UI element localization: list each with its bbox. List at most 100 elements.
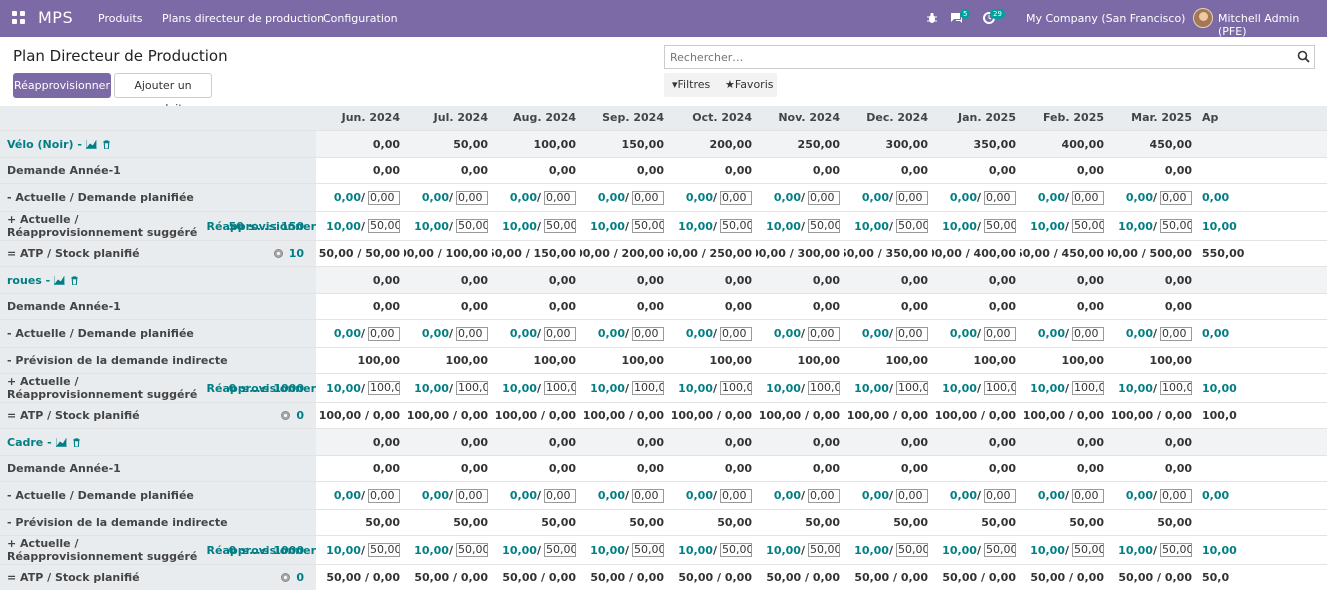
forecast-input[interactable]: 0,00 — [720, 488, 752, 503]
replenish-input[interactable]: 100,0 — [1160, 381, 1192, 395]
add-product-button[interactable]: Ajouter un produit — [114, 73, 212, 115]
product-name[interactable]: Cadre - — [7, 436, 52, 449]
apps-menu-icon[interactable] — [12, 11, 25, 24]
forecast-input[interactable]: 0,00 — [984, 488, 1016, 503]
table-cell: 0,00 — [900, 435, 928, 449]
forecast-input[interactable]: 0,00 — [1160, 488, 1192, 503]
replenish-input[interactable]: 100,0 — [456, 381, 488, 395]
replenish-bounds[interactable]: 0 ≤…≤ 1000 — [229, 536, 304, 564]
forecast-input[interactable]: 0,00 — [984, 326, 1016, 341]
forecast-input[interactable]: 0,00 — [1072, 326, 1104, 341]
replenish-input[interactable]: 50,00 — [984, 219, 1016, 233]
replenish-input[interactable]: 100,0 — [368, 381, 400, 395]
replenish-actual: 10,00 — [1118, 381, 1153, 395]
stock-value[interactable]: 0 — [296, 409, 304, 422]
trash-icon[interactable] — [67, 436, 82, 449]
forecast-input[interactable]: 0,00 — [808, 326, 840, 341]
forecast-input[interactable]: 0,00 — [984, 190, 1016, 205]
stock-value[interactable]: 10 — [289, 247, 304, 260]
stock-value[interactable]: 0 — [296, 571, 304, 584]
forecast-input[interactable]: 0,00 — [632, 326, 664, 341]
replenish-input[interactable]: 50,00 — [544, 543, 576, 557]
forecast-input[interactable]: 0,00 — [720, 190, 752, 205]
replenish-input[interactable]: 100,0 — [632, 381, 664, 395]
replenish-input[interactable]: 100,0 — [1072, 381, 1104, 395]
forecast-input[interactable]: 0,00 — [808, 190, 840, 205]
user-avatar[interactable] — [1193, 8, 1213, 28]
bug-icon[interactable] — [926, 12, 938, 24]
forecast-input[interactable]: 0,00 — [456, 488, 488, 503]
plan-row: = ATP / Stock planifié 0 100,00 / 0,00 100,… — [0, 402, 1327, 428]
replenish-input[interactable]: 100,0 — [808, 381, 840, 395]
forecast-input[interactable]: 0,00 — [1072, 488, 1104, 503]
search-icon[interactable] — [1297, 50, 1310, 63]
replenish-input[interactable]: 50,00 — [456, 219, 488, 233]
replenish-input[interactable]: 50,00 — [1072, 219, 1104, 233]
forecast-input[interactable]: 0,00 — [1072, 190, 1104, 205]
chart-icon[interactable] — [50, 274, 66, 287]
forecast-input[interactable]: 0,00 — [896, 488, 928, 503]
replenish-input[interactable]: 50,00 — [456, 543, 488, 557]
replenish-input[interactable]: 50,00 — [632, 219, 664, 233]
replenish-input[interactable]: 50,00 — [720, 219, 752, 233]
table-cell: 550,00 — [1202, 247, 1245, 260]
favorites-button[interactable]: ★Favoris — [725, 78, 773, 91]
product-name[interactable]: Vélo (Noir) - — [7, 138, 82, 151]
forecast-input[interactable]: 0,00 — [544, 190, 576, 205]
forecast-input[interactable]: 0,00 — [368, 326, 400, 341]
replenish-input[interactable]: 50,00 — [896, 543, 928, 557]
app-name[interactable]: MPS — [38, 8, 73, 27]
user-menu[interactable]: Mitchell Admin (PFE) — [1218, 12, 1327, 38]
table-cell: 50,00 / 0,00 — [942, 571, 1016, 584]
trash-icon[interactable] — [97, 138, 112, 151]
forecast-input[interactable]: 0,00 — [368, 190, 400, 205]
replenish-input[interactable]: 50,00 — [368, 543, 400, 557]
replenish-input[interactable]: 50,00 — [984, 543, 1016, 557]
replenish-button[interactable]: Réapprovisionner — [13, 73, 111, 98]
forecast-input[interactable]: 0,00 — [720, 326, 752, 341]
forecast-input[interactable]: 0,00 — [1160, 326, 1192, 341]
product-name[interactable]: roues - — [7, 274, 50, 287]
forecast-input[interactable]: 0,00 — [896, 190, 928, 205]
search-input[interactable] — [665, 46, 1285, 68]
replenish-input[interactable]: 100,0 — [720, 381, 752, 395]
trash-icon[interactable] — [65, 274, 80, 287]
replenish-bounds[interactable]: 50 ≤…≤ 150 — [229, 212, 304, 240]
replenish-input[interactable]: 50,00 — [1072, 543, 1104, 557]
menu-configuration[interactable]: Configuration — [323, 12, 398, 25]
forecast-input[interactable]: 0,00 — [808, 488, 840, 503]
chart-icon[interactable] — [52, 436, 67, 449]
company-switcher[interactable]: My Company (San Francisco) — [1026, 12, 1185, 25]
actual-value: 0,00 — [861, 327, 889, 340]
forecast-input[interactable]: 0,00 — [544, 488, 576, 503]
forecast-input[interactable]: 0,00 — [1160, 190, 1192, 205]
replenish-input[interactable]: 50,00 — [896, 219, 928, 233]
replenish-input[interactable]: 50,00 — [720, 543, 752, 557]
replenish-input[interactable]: 50,00 — [632, 543, 664, 557]
replenish-input[interactable]: 100,0 — [544, 381, 576, 395]
replenish-input[interactable]: 100,0 — [984, 381, 1016, 395]
forecast-input[interactable]: 0,00 — [544, 326, 576, 341]
chart-icon[interactable] — [82, 138, 97, 151]
replenish-input[interactable]: 50,00 — [368, 219, 400, 233]
forecast-input[interactable]: 0,00 — [456, 326, 488, 341]
forecast-input[interactable]: 0,00 — [632, 190, 664, 205]
replenish-input[interactable]: 50,00 — [544, 219, 576, 233]
product-row: Cadre - 0,00 0,00 0,00 0,00 0,00 0,00 0,00 0,00 0… — [0, 428, 1327, 455]
replenish-input[interactable]: 50,00 — [808, 543, 840, 557]
menu-plans[interactable]: Plans directeur de production — [162, 12, 324, 25]
filters-button[interactable]: ▾Filtres — [672, 78, 710, 91]
forecast-input[interactable]: 0,00 — [456, 190, 488, 205]
forecast-input[interactable]: 0,00 — [368, 488, 400, 503]
forecast-input[interactable]: 0,00 — [632, 488, 664, 503]
search-box[interactable] — [664, 45, 1315, 69]
replenish-input[interactable]: 50,00 — [808, 219, 840, 233]
forecast-input[interactable]: 0,00 — [896, 326, 928, 341]
menu-produits[interactable]: Produits — [98, 12, 143, 25]
table-cell: 0,00 — [548, 273, 576, 287]
replenish-input[interactable]: 100,0 — [896, 381, 928, 395]
replenish-input[interactable]: 50,00 — [1160, 219, 1192, 233]
replenish-input[interactable]: 50,00 — [1160, 543, 1192, 557]
table-cell: 0,00 — [724, 435, 752, 449]
replenish-bounds[interactable]: 0 ≤…≤ 1000 — [229, 374, 304, 402]
